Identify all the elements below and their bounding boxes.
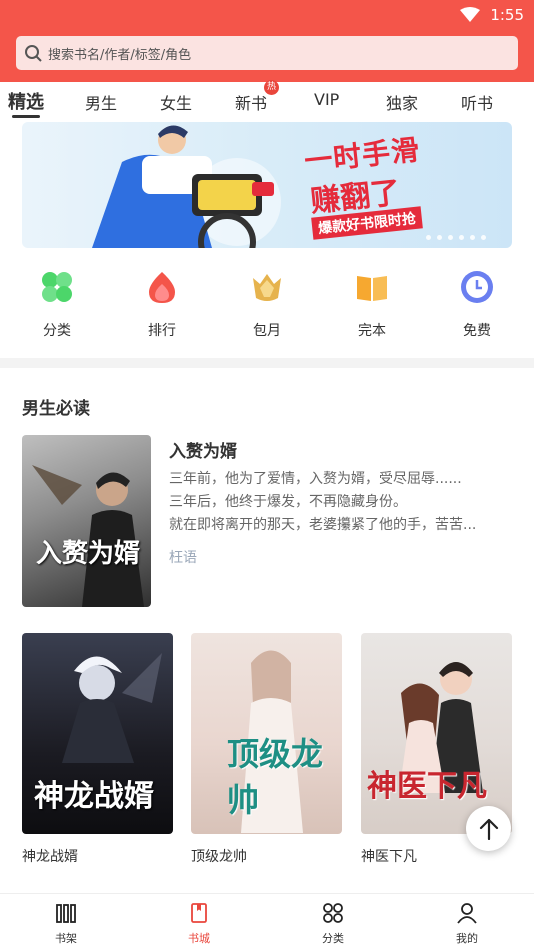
carousel-dot: [459, 235, 464, 240]
tab-label: VIP: [314, 90, 340, 109]
tab-label: 新书: [235, 94, 268, 113]
featured-book-description: 三年前，他为了爱情，入赘为婿，受尽屈辱...... 三年后，他终于爆发，不再隐藏…: [169, 468, 515, 537]
book-title[interactable]: 顶级龙帅: [191, 846, 247, 866]
header: 1:55 搜索书名/作者/标签/角色: [0, 0, 534, 82]
crown-icon: [253, 274, 281, 301]
bottom-navigation: 书架 书城 分类 我的: [0, 893, 534, 949]
tab-audiobooks[interactable]: 听书: [461, 90, 493, 114]
description-line: 就在即将离开的那天，老婆攥紧了他的手，苦苦...: [169, 517, 477, 533]
cover-art: [32, 465, 144, 607]
entry-completed[interactable]: 完本: [337, 270, 407, 340]
featured-book-title[interactable]: 入赘为婿: [169, 437, 237, 462]
user-icon: [457, 903, 477, 924]
search-icon: [25, 45, 42, 62]
clock-time: 1:55: [490, 6, 524, 24]
bookshelf-icon: [56, 904, 76, 923]
bookstore-icon: [191, 903, 207, 923]
book-title[interactable]: 神龙战婿: [22, 846, 78, 866]
app-screen: 1:55 搜索书名/作者/标签/角色 精选 男生 女生 新书 热 VIP 独家 …: [0, 0, 534, 949]
open-book-icon: [357, 276, 387, 301]
cover-title: 神医下凡: [367, 769, 487, 804]
tab-label: 精选: [8, 92, 44, 113]
tab-male[interactable]: 男生: [85, 90, 117, 114]
promo-banner[interactable]: 一时手滑 赚翻了 爆款好书限时抢: [22, 122, 512, 248]
entry-category[interactable]: 分类: [22, 270, 92, 340]
hot-badge: 热: [264, 80, 280, 95]
description-line: 三年前，他为了爱情，入赘为婿，受尽屈辱......: [169, 471, 462, 487]
entry-label: 完本: [358, 323, 386, 339]
entry-label: 包月: [253, 323, 281, 339]
book-cover[interactable]: 神龙战婿: [22, 633, 173, 834]
tab-exclusive[interactable]: 独家: [386, 90, 418, 114]
nav-label: 分类: [322, 932, 344, 945]
status-bar: 1:55: [460, 4, 524, 26]
nav-bookstore[interactable]: 书城: [169, 902, 229, 946]
banner-illustration: [92, 125, 281, 248]
carousel-dot: [448, 235, 453, 240]
section-divider: [0, 358, 534, 368]
featured-book-cover[interactable]: 入赘为婿: [22, 435, 151, 607]
grid-icon: [323, 903, 343, 923]
tab-featured[interactable]: 精选: [8, 88, 44, 118]
tab-female[interactable]: 女生: [160, 90, 192, 114]
clock-icon: [461, 271, 493, 303]
tab-label: 听书: [461, 94, 494, 113]
nav-label: 我的: [456, 932, 478, 945]
cover-title: 顶级龙帅: [227, 735, 324, 819]
carousel-indicator: [426, 235, 486, 240]
entry-monthly[interactable]: 包月: [232, 270, 302, 340]
carousel-dot: [437, 235, 442, 240]
carousel-dot: [470, 235, 475, 240]
search-input[interactable]: 搜索书名/作者/标签/角色: [16, 36, 518, 70]
active-tab-indicator: [12, 115, 40, 118]
featured-book-author: 枉语: [169, 550, 197, 566]
nav-label: 书城: [188, 932, 210, 945]
entry-label: 分类: [43, 323, 71, 339]
search-placeholder: 搜索书名/作者/标签/角色: [48, 47, 192, 63]
quick-entries: 分类 排行 包月 完本 免费: [0, 270, 534, 344]
flame-icon: [149, 272, 175, 303]
book-cover[interactable]: 顶级龙帅: [191, 633, 342, 834]
book-cover[interactable]: 神医下凡: [361, 633, 512, 834]
tab-label: 女生: [160, 94, 193, 113]
entry-free[interactable]: 免费: [442, 270, 512, 340]
tab-new-books[interactable]: 新书 热: [235, 80, 280, 114]
wifi-icon: [460, 7, 481, 22]
entry-label: 排行: [148, 323, 176, 339]
entry-ranking[interactable]: 排行: [127, 270, 197, 340]
carousel-dot: [426, 235, 431, 240]
clover-icon: [42, 272, 72, 302]
arrow-up-icon: [479, 818, 498, 840]
tab-vip[interactable]: VIP: [314, 90, 339, 109]
back-to-top-button[interactable]: [466, 806, 511, 851]
entry-label: 免费: [463, 323, 491, 339]
section-title: 男生必读: [22, 399, 90, 419]
category-tabs: 精选 男生 女生 新书 热 VIP 独家 听书: [0, 80, 534, 120]
cover-title: 神龙战婿: [34, 779, 154, 814]
tab-label: 男生: [85, 94, 118, 113]
nav-profile[interactable]: 我的: [437, 902, 497, 946]
nav-label: 书架: [55, 932, 77, 945]
cover-title: 入赘为婿: [36, 539, 141, 569]
description-line: 三年后，他终于爆发，不再隐藏身份。: [169, 494, 407, 510]
carousel-dot: [481, 235, 486, 240]
tab-label: 独家: [386, 94, 419, 113]
nav-category[interactable]: 分类: [303, 902, 363, 946]
book-title[interactable]: 神医下凡: [361, 846, 417, 866]
nav-bookshelf[interactable]: 书架: [36, 902, 96, 946]
